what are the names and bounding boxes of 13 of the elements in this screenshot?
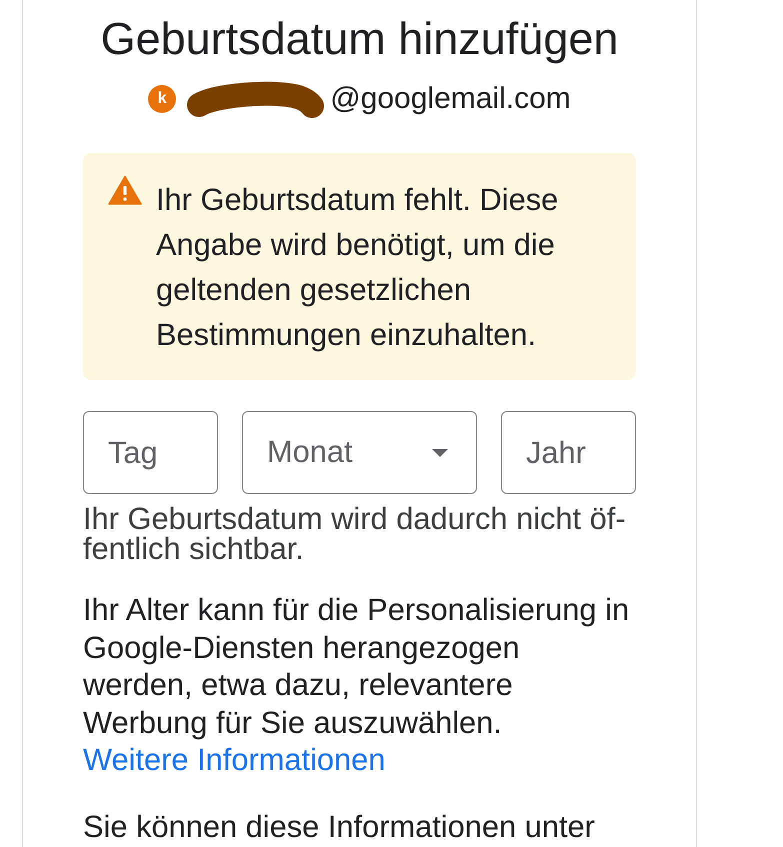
email-address: @googlemail.com	[330, 81, 571, 117]
helper-text: Ihr Geburtsdatum wird dadurch nicht öf-fentlich sichtbar.	[83, 504, 627, 564]
info-paragraph: Ihr Alter kann für die Personalisierung in Google-Diensten herangezogen werden, etwa dazu, relevantere Werbung für Sie auszuwählen. Weitere Informationen	[83, 591, 630, 778]
page-title: Geburtsdatum hinzufügen	[100, 12, 620, 66]
warning-icon	[108, 175, 142, 205]
month-dropdown[interactable]: Monat	[242, 411, 477, 494]
caret-icon	[432, 448, 448, 456]
more-info-link[interactable]: Weitere Informationen	[83, 742, 386, 777]
avatar: k	[148, 85, 176, 113]
day-field[interactable]: Tag	[83, 411, 218, 494]
year-field[interactable]: Jahr	[501, 411, 636, 494]
info-paragraph: Sie können diese Informationen unter	[83, 808, 596, 845]
alert-message: Ihr Geburtsdatum fehlt. Diese Angabe wird benötigt, um die geltenden gesetzlichen Bestimmungen einzuhalten.	[156, 181, 560, 354]
